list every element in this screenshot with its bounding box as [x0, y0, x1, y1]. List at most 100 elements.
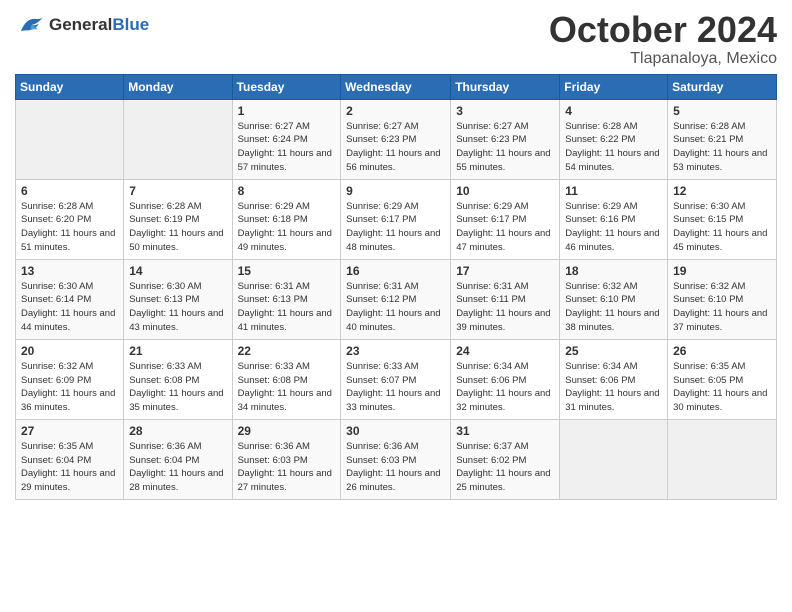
- day-number: 13: [21, 264, 118, 278]
- day-info: Sunrise: 6:35 AMSunset: 6:04 PMDaylight:…: [21, 440, 118, 495]
- week-row-4: 20 Sunrise: 6:32 AMSunset: 6:09 PMDayligh…: [16, 339, 777, 419]
- calendar-cell: 10 Sunrise: 6:29 AMSunset: 6:17 PMDayligh…: [451, 179, 560, 259]
- calendar-cell: 16 Sunrise: 6:31 AMSunset: 6:12 PMDayligh…: [341, 259, 451, 339]
- day-number: 16: [346, 264, 445, 278]
- calendar-table: Sunday Monday Tuesday Wednesday Thursday…: [15, 74, 777, 500]
- day-number: 10: [456, 184, 554, 198]
- calendar-cell: 3 Sunrise: 6:27 AMSunset: 6:23 PMDaylight…: [451, 99, 560, 179]
- calendar-cell: 25 Sunrise: 6:34 AMSunset: 6:06 PMDayligh…: [560, 339, 668, 419]
- calendar-header: Sunday Monday Tuesday Wednesday Thursday…: [16, 74, 777, 99]
- day-number: 28: [129, 424, 226, 438]
- calendar-cell: [16, 99, 124, 179]
- calendar-cell: 22 Sunrise: 6:33 AMSunset: 6:08 PMDayligh…: [232, 339, 341, 419]
- week-row-3: 13 Sunrise: 6:30 AMSunset: 6:14 PMDayligh…: [16, 259, 777, 339]
- day-number: 11: [565, 184, 662, 198]
- logo-bird-icon: [15, 10, 45, 40]
- header-monday: Monday: [124, 74, 232, 99]
- calendar-cell: 11 Sunrise: 6:29 AMSunset: 6:16 PMDayligh…: [560, 179, 668, 259]
- day-info: Sunrise: 6:31 AMSunset: 6:12 PMDaylight:…: [346, 280, 445, 335]
- day-number: 14: [129, 264, 226, 278]
- day-info: Sunrise: 6:30 AMSunset: 6:13 PMDaylight:…: [129, 280, 226, 335]
- title-block: October 2024 Tlapanaloya, Mexico: [549, 10, 777, 68]
- day-info: Sunrise: 6:33 AMSunset: 6:08 PMDaylight:…: [129, 360, 226, 415]
- header-tuesday: Tuesday: [232, 74, 341, 99]
- calendar-cell: [668, 419, 777, 499]
- header-friday: Friday: [560, 74, 668, 99]
- day-info: Sunrise: 6:27 AMSunset: 6:23 PMDaylight:…: [456, 120, 554, 175]
- calendar-cell: [124, 99, 232, 179]
- location: Tlapanaloya, Mexico: [549, 50, 777, 68]
- calendar-cell: 17 Sunrise: 6:31 AMSunset: 6:11 PMDayligh…: [451, 259, 560, 339]
- day-info: Sunrise: 6:37 AMSunset: 6:02 PMDaylight:…: [456, 440, 554, 495]
- day-info: Sunrise: 6:28 AMSunset: 6:22 PMDaylight:…: [565, 120, 662, 175]
- logo-text: GeneralBlue: [49, 15, 149, 35]
- day-info: Sunrise: 6:30 AMSunset: 6:14 PMDaylight:…: [21, 280, 118, 335]
- calendar-cell: [560, 419, 668, 499]
- week-row-2: 6Sunrise: 6:28 AMSunset: 6:20 PMDaylight…: [16, 179, 777, 259]
- day-info: Sunrise: 6:28 AMSunset: 6:19 PMDaylight:…: [129, 200, 226, 255]
- day-info: Sunrise: 6:27 AMSunset: 6:23 PMDaylight:…: [346, 120, 445, 175]
- calendar-cell: 26Sunrise: 6:35 AMSunset: 6:05 PMDayligh…: [668, 339, 777, 419]
- day-number: 1: [238, 104, 336, 118]
- day-info: Sunrise: 6:32 AMSunset: 6:09 PMDaylight:…: [21, 360, 118, 415]
- day-number: 21: [129, 344, 226, 358]
- day-info: Sunrise: 6:32 AMSunset: 6:10 PMDaylight:…: [565, 280, 662, 335]
- day-info: Sunrise: 6:36 AMSunset: 6:03 PMDaylight:…: [238, 440, 336, 495]
- calendar-cell: 14 Sunrise: 6:30 AMSunset: 6:13 PMDayligh…: [124, 259, 232, 339]
- calendar-cell: 5Sunrise: 6:28 AMSunset: 6:21 PMDaylight…: [668, 99, 777, 179]
- day-info: Sunrise: 6:29 AMSunset: 6:17 PMDaylight:…: [456, 200, 554, 255]
- day-info: Sunrise: 6:30 AMSunset: 6:15 PMDaylight:…: [673, 200, 771, 255]
- day-number: 22: [238, 344, 336, 358]
- calendar-cell: 27 Sunrise: 6:35 AMSunset: 6:04 PMDayligh…: [16, 419, 124, 499]
- day-number: 2: [346, 104, 445, 118]
- day-number: 20: [21, 344, 118, 358]
- day-number: 3: [456, 104, 554, 118]
- day-number: 15: [238, 264, 336, 278]
- day-number: 25: [565, 344, 662, 358]
- calendar-cell: 2 Sunrise: 6:27 AMSunset: 6:23 PMDaylight…: [341, 99, 451, 179]
- day-number: 31: [456, 424, 554, 438]
- calendar-body: 1Sunrise: 6:27 AMSunset: 6:24 PMDaylight…: [16, 99, 777, 499]
- calendar-cell: 18 Sunrise: 6:32 AMSunset: 6:10 PMDayligh…: [560, 259, 668, 339]
- calendar-cell: 9 Sunrise: 6:29 AMSunset: 6:17 PMDaylight…: [341, 179, 451, 259]
- page-container: GeneralBlue October 2024 Tlapanaloya, Me…: [0, 0, 792, 510]
- calendar-cell: 13 Sunrise: 6:30 AMSunset: 6:14 PMDayligh…: [16, 259, 124, 339]
- calendar-cell: 21 Sunrise: 6:33 AMSunset: 6:08 PMDayligh…: [124, 339, 232, 419]
- day-info: Sunrise: 6:33 AMSunset: 6:08 PMDaylight:…: [238, 360, 336, 415]
- day-info: Sunrise: 6:32 AMSunset: 6:10 PMDaylight:…: [673, 280, 771, 335]
- day-info: Sunrise: 6:28 AMSunset: 6:21 PMDaylight:…: [673, 120, 771, 175]
- calendar-cell: 7 Sunrise: 6:28 AMSunset: 6:19 PMDaylight…: [124, 179, 232, 259]
- day-info: Sunrise: 6:29 AMSunset: 6:16 PMDaylight:…: [565, 200, 662, 255]
- day-number: 27: [21, 424, 118, 438]
- day-number: 4: [565, 104, 662, 118]
- day-number: 30: [346, 424, 445, 438]
- day-info: Sunrise: 6:35 AMSunset: 6:05 PMDaylight:…: [673, 360, 771, 415]
- day-info: Sunrise: 6:31 AMSunset: 6:13 PMDaylight:…: [238, 280, 336, 335]
- calendar-cell: 1Sunrise: 6:27 AMSunset: 6:24 PMDaylight…: [232, 99, 341, 179]
- day-number: 7: [129, 184, 226, 198]
- day-number: 23: [346, 344, 445, 358]
- calendar-cell: 28 Sunrise: 6:36 AMSunset: 6:04 PMDayligh…: [124, 419, 232, 499]
- calendar-cell: 23 Sunrise: 6:33 AMSunset: 6:07 PMDayligh…: [341, 339, 451, 419]
- day-number: 29: [238, 424, 336, 438]
- day-number: 6: [21, 184, 118, 198]
- day-number: 18: [565, 264, 662, 278]
- day-number: 9: [346, 184, 445, 198]
- day-info: Sunrise: 6:29 AMSunset: 6:17 PMDaylight:…: [346, 200, 445, 255]
- calendar-cell: 12 Sunrise: 6:30 AMSunset: 6:15 PMDayligh…: [668, 179, 777, 259]
- month-title: October 2024: [549, 10, 777, 50]
- day-info: Sunrise: 6:33 AMSunset: 6:07 PMDaylight:…: [346, 360, 445, 415]
- day-number: 17: [456, 264, 554, 278]
- day-info: Sunrise: 6:31 AMSunset: 6:11 PMDaylight:…: [456, 280, 554, 335]
- calendar-cell: 20 Sunrise: 6:32 AMSunset: 6:09 PMDayligh…: [16, 339, 124, 419]
- header-thursday: Thursday: [451, 74, 560, 99]
- week-row-1: 1Sunrise: 6:27 AMSunset: 6:24 PMDaylight…: [16, 99, 777, 179]
- calendar-cell: 6Sunrise: 6:28 AMSunset: 6:20 PMDaylight…: [16, 179, 124, 259]
- calendar-cell: 29 Sunrise: 6:36 AMSunset: 6:03 PMDayligh…: [232, 419, 341, 499]
- day-info: Sunrise: 6:34 AMSunset: 6:06 PMDaylight:…: [565, 360, 662, 415]
- day-info: Sunrise: 6:36 AMSunset: 6:03 PMDaylight:…: [346, 440, 445, 495]
- day-info: Sunrise: 6:36 AMSunset: 6:04 PMDaylight:…: [129, 440, 226, 495]
- header-saturday: Saturday: [668, 74, 777, 99]
- day-info: Sunrise: 6:29 AMSunset: 6:18 PMDaylight:…: [238, 200, 336, 255]
- day-number: 12: [673, 184, 771, 198]
